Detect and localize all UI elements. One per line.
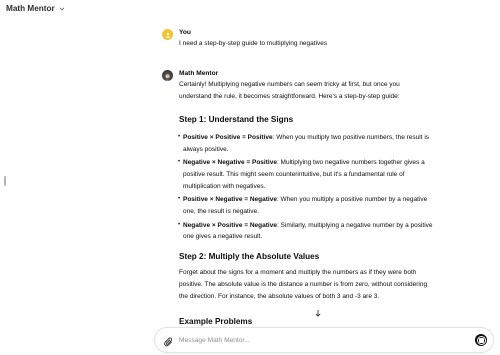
paragraph-line: the direction. For instance, the absolut… (179, 293, 380, 300)
sidebar-toggle-handle[interactable] (4, 176, 6, 186)
rule-bold: Positive × Positive = Positive (183, 134, 273, 141)
rule-bold: Negative × Negative = Positive (183, 159, 277, 167)
rule-bold: Positive × Negative = Negative (183, 196, 277, 204)
user-author-name: You (179, 29, 191, 36)
rule-text: always positive. (183, 145, 229, 153)
user-message: You I need a step-by-step guide to multi… (162, 29, 462, 53)
message-composer (154, 327, 494, 353)
step-2-heading: Step 2: Multiply the Absolute Values (179, 252, 320, 261)
attach-button[interactable] (164, 335, 174, 347)
rule-bold: Negative × Positive = Negative (183, 221, 277, 229)
app-title: Math Mentor (6, 4, 55, 13)
user-avatar-icon (165, 32, 170, 38)
bot-author-name: Math Mentor (179, 70, 219, 77)
model-selector[interactable]: Math Mentor (6, 4, 65, 13)
paragraph-line: Forget about the signs for a moment and … (179, 269, 417, 276)
list-item: Positive × Positive = Positive: When you… (178, 132, 454, 155)
step-2-paragraph: Forget about the signs for a moment and … (179, 267, 454, 303)
message-input[interactable] (179, 333, 459, 347)
list-item: Positive × Negative = Negative: When you… (178, 194, 454, 217)
scroll-to-bottom-button[interactable] (313, 308, 323, 318)
paperclip-icon (164, 337, 173, 347)
bot-avatar (162, 70, 173, 81)
stop-generating-button[interactable] (475, 334, 487, 346)
list-item: Negative × Negative = Positive: Multiply… (178, 157, 454, 192)
bot-avatar-icon (162, 72, 173, 81)
top-bar: Math Mentor (0, 0, 500, 20)
rule-text: positive result. This might seem counter… (183, 170, 405, 178)
assistant-message: Math Mentor Certainly! Multiplying negat… (162, 70, 462, 330)
rule-text: : Similarly, multiplying a negative numb… (276, 221, 433, 229)
sign-rules-list: Positive × Positive = Positive: When you… (178, 132, 454, 245)
user-message-text: I need a step-by-step guide to multiplyi… (179, 40, 328, 47)
rule-text: : Multiplying two negative numbers toget… (276, 159, 425, 167)
example-problems-heading: Example Problems (179, 317, 253, 326)
rule-text: multiplication with negatives. (183, 182, 266, 190)
stop-icon-ring (476, 335, 486, 345)
rule-text: : When you multiply a positive number by… (276, 196, 428, 204)
chevron-down-icon (59, 7, 64, 10)
intro-line: Certainly! Multiplying negative numbers … (179, 81, 400, 88)
intro-line: understand the rule, it becomes straight… (179, 92, 400, 100)
rule-text: one gives a negative result. (183, 233, 263, 241)
assistant-intro: Certainly! Multiplying negative numbers … (179, 79, 454, 102)
user-avatar (162, 29, 173, 40)
paragraph-line: positive. The absolute value is the dist… (179, 281, 428, 288)
rule-text: : When you multiply two positive numbers… (272, 134, 430, 141)
list-item: Negative × Positive = Negative: Similarl… (178, 220, 454, 243)
arrow-down-icon (315, 309, 321, 317)
step-1-heading: Step 1: Understand the Signs (179, 115, 294, 124)
rule-text: one, the result is negative. (183, 207, 259, 215)
